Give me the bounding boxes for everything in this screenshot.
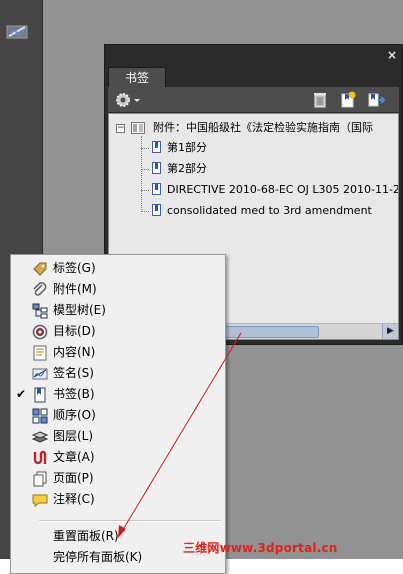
bookmark-item[interactable]: DIRECTIVE 2010-68-EC OJ L305 2010-11-20 (152, 181, 399, 199)
watermark-text: 三维网www.3dportal.cn (183, 541, 338, 555)
bookmark-icon (152, 162, 161, 174)
menu-item-comments[interactable]: 注释(C) (12, 489, 224, 510)
menu-item-order[interactable]: 顺序(O) (12, 405, 224, 426)
bookmark-item-label: consolidated med to 3rd amendment (167, 204, 372, 217)
layers-icon (32, 431, 48, 443)
menu-item-attachments[interactable]: 附件(M) (12, 279, 224, 300)
article-icon (33, 450, 47, 465)
bookmark-item[interactable]: 第1部分 (152, 139, 207, 157)
menu-item-label: 附件(M) (53, 282, 97, 296)
bookmark-icon (152, 183, 161, 195)
model-tree-icon (32, 303, 48, 319)
panel-close-button[interactable]: × (387, 48, 397, 62)
menu-item-model-tree[interactable]: 模型树(E) (12, 300, 224, 321)
menu-item-layers[interactable]: 图层(L) (12, 426, 224, 447)
bookmark-item[interactable]: consolidated med to 3rd amendment (152, 202, 372, 220)
bookmarks-toolbar (108, 87, 399, 112)
menu-item-tags[interactable]: 标签(G) (12, 258, 224, 279)
signature-icon (32, 368, 48, 380)
comment-icon (32, 494, 48, 507)
bookmark-item[interactable]: 第2部分 (152, 160, 207, 178)
bookmark-item-label: 第1部分 (167, 141, 207, 154)
menu-item-label: 完停所有面板(K) (53, 550, 143, 564)
scrollbar-thumb[interactable] (217, 326, 319, 338)
menu-item-articles[interactable]: 文章(A) (12, 447, 224, 468)
bookmark-item-label: DIRECTIVE 2010-68-EC OJ L305 2010-11-20 (167, 183, 399, 196)
menu-item-label: 内容(N) (53, 345, 96, 359)
attachment-bookmark-icon (131, 122, 145, 134)
new-bookmark-icon[interactable] (339, 91, 357, 109)
expand-bookmark-icon[interactable] (367, 91, 385, 109)
menu-item-label: 文章(A) (53, 450, 95, 464)
menu-item-label: 页面(P) (53, 471, 94, 485)
bookmark-icon (152, 141, 161, 153)
tree-branch (141, 211, 149, 212)
menu-item-content[interactable]: 内容(N) (12, 342, 224, 363)
menu-item-signatures[interactable]: 签名(S) (12, 363, 224, 384)
bookmark-root[interactable]: 附件：中国船级社《法定检验实施指南（国际 (153, 119, 373, 137)
scroll-right-button[interactable]: ▶ (382, 324, 398, 339)
tree-branch (141, 148, 149, 149)
bookmark-icon (152, 204, 161, 216)
tree-branch (141, 169, 149, 170)
bookmark-root-label: 附件：中国船级社《法定检验实施指南（国际 (153, 121, 373, 134)
menu-item-label: 图层(L) (53, 429, 94, 443)
menu-item-label: 书签(B) (53, 387, 95, 401)
menu-item-bookmarks[interactable]: ✔ 书签(B) (12, 384, 224, 405)
gear-icon[interactable] (114, 91, 144, 109)
trash-icon[interactable] (311, 91, 329, 109)
menu-item-label: 重置面板(R) (53, 529, 119, 543)
panels-context-menu: 标签(G) 附件(M) 模型树(E) 目标(D) 内容(N) 签名(S) ✔ 书… (10, 254, 226, 574)
menu-item-pages[interactable]: 页面(P) (12, 468, 224, 489)
menu-item-label: 注释(C) (53, 492, 95, 506)
paperclip-icon (33, 282, 47, 296)
target-icon (32, 324, 48, 340)
menu-item-label: 顺序(O) (53, 408, 96, 422)
tag-icon (33, 262, 47, 276)
bookmark-item-label: 第2部分 (167, 162, 207, 175)
menu-item-label: 签名(S) (53, 366, 94, 380)
check-icon: ✔ (16, 387, 27, 401)
pages-icon (33, 471, 47, 487)
signature-tool-icon[interactable] (6, 22, 30, 42)
tree-branch (141, 190, 149, 191)
menu-item-label: 目标(D) (53, 324, 96, 338)
menu-separator (39, 520, 221, 522)
order-icon (32, 408, 48, 424)
bookmark-icon (34, 387, 46, 403)
collapse-toggle[interactable]: − (116, 124, 125, 133)
content-icon (33, 345, 47, 361)
menu-item-destinations[interactable]: 目标(D) (12, 321, 224, 342)
menu-item-label: 模型树(E) (53, 303, 106, 317)
menu-item-label: 标签(G) (53, 261, 96, 275)
tab-bookmarks[interactable]: 书签 (108, 67, 166, 88)
